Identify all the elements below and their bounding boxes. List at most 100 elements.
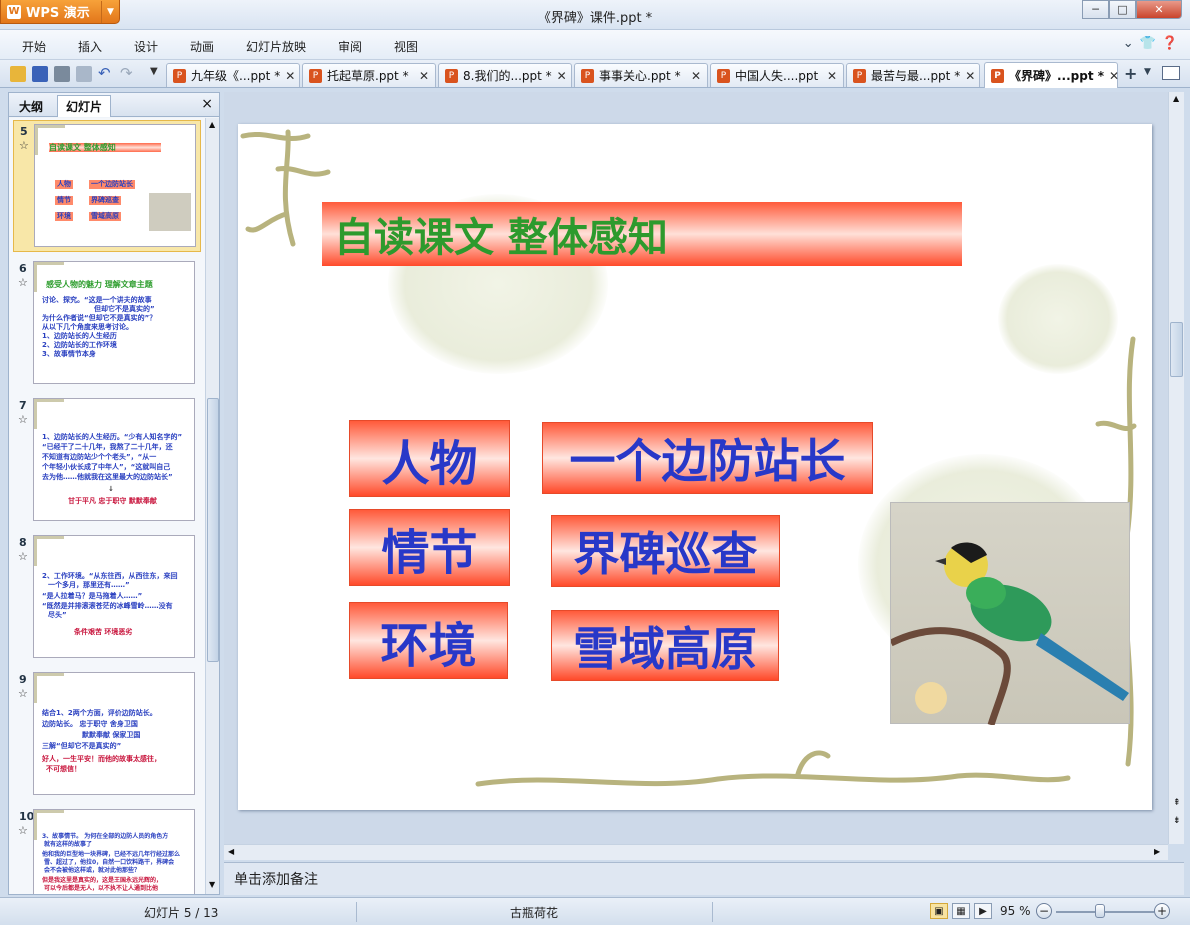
doc-tab-label: 最苦与最...ppt *	[871, 69, 961, 83]
scroll-up-icon[interactable]: ▲	[1173, 94, 1179, 103]
label-box-setting[interactable]: 环境	[349, 602, 508, 679]
slide-sorter-view-button[interactable]: ▦	[952, 903, 970, 919]
ppt-file-icon: P	[581, 68, 594, 83]
zoom-out-button[interactable]: −	[1036, 903, 1052, 919]
normal-view-button[interactable]: ▣	[930, 903, 948, 919]
customize-toolbar-icon[interactable]: ▼	[150, 66, 158, 77]
slide-thumbnail-5[interactable]: 5 ☆ 自读课文 整体感知 人物 一个边防站长 情节 界碑巡查 环境 雪域高原	[13, 120, 201, 252]
scrollbar-thumb[interactable]	[1170, 322, 1183, 377]
doc-tab-5[interactable]: P 中国人失....ppt ✕	[710, 63, 844, 87]
close-panel-icon[interactable]: ×	[201, 96, 213, 112]
slideshow-view-button[interactable]: ▶	[974, 903, 992, 919]
redo-icon[interactable]: ↷	[120, 64, 133, 82]
save-icon[interactable]	[32, 66, 48, 82]
slide-thumbnail-10[interactable]: 10 ☆ 3、故事情节。 为何在全部的边防人员的角色方 就有这样的故事了 他和我…	[13, 806, 201, 894]
thumb-line: 自读课文 整体感知	[49, 143, 161, 152]
status-divider	[356, 902, 357, 922]
scroll-down-icon[interactable]: ▼	[209, 880, 215, 889]
minimize-button[interactable]: ─	[1082, 0, 1109, 19]
wps-app-menu-button[interactable]: W WPS 演示 ▼	[0, 0, 120, 24]
close-tab-icon[interactable]: ✕	[827, 69, 837, 83]
maximize-button[interactable]: □	[1109, 0, 1136, 19]
slide-canvas[interactable]: 自读课文 整体感知 人物 一个边防站长 情节 界碑巡查 环境 雪域高原	[238, 124, 1152, 810]
thumb-line: 1、边防站长的人生经历	[42, 332, 117, 340]
doc-tab-6[interactable]: P 最苦与最...ppt * ✕	[846, 63, 980, 87]
menu-home[interactable]: 开始	[22, 38, 46, 55]
bird-illustration	[889, 542, 1129, 727]
slide-thumbnail-6[interactable]: 6 ☆ 感受人物的魅力 理解文章主题 讨论、探究。“这是一个讲夫的故事 但却它不…	[13, 258, 201, 390]
new-tab-plus-icon[interactable]: +	[1124, 64, 1137, 83]
menu-design[interactable]: 设计	[134, 38, 158, 55]
tab-slides[interactable]: 幻灯片	[57, 95, 112, 117]
menu-right-tools: ⌄ 👕 ❓	[1123, 36, 1178, 51]
skin-shirt-icon[interactable]: 👕	[1140, 36, 1156, 51]
ppt-file-icon: P	[853, 68, 866, 83]
panel-tabs: 大纲 幻灯片 ×	[9, 93, 219, 117]
doc-tab-1[interactable]: P 九年级《...ppt * ✕	[166, 63, 300, 87]
zoom-slider-handle[interactable]	[1095, 904, 1105, 918]
window-layout-icon[interactable]	[1162, 66, 1180, 80]
thumb-line: 甘于平凡 忠于职守 默默奉献	[68, 497, 157, 505]
slide-horizontal-scrollbar[interactable]: ◀ ▶	[224, 844, 1168, 860]
thumb-line: 环境	[55, 212, 73, 221]
thumb-line: 会不会被他这样或，就对此他那些？	[44, 867, 141, 874]
value-box-plot[interactable]: 界碑巡查	[551, 515, 780, 587]
slide-thumbnail-9[interactable]: 9 ☆ 结合1、2两个方面，评价边防站长。 边防站长。 忠于职守 舍身卫国 默默…	[13, 669, 201, 801]
menu-insert[interactable]: 插入	[78, 38, 102, 55]
doc-tab-2[interactable]: P 托起草原.ppt * ✕	[302, 63, 436, 87]
collapse-ribbon-icon[interactable]: ⌄	[1123, 36, 1134, 51]
previous-slide-icon[interactable]: ⇞	[1173, 798, 1181, 808]
close-tab-icon[interactable]: ✕	[285, 69, 295, 83]
chevron-down-icon[interactable]: ▼	[101, 0, 119, 23]
slide-vertical-scrollbar[interactable]: ▲ ⇞ ⇟	[1168, 92, 1184, 844]
print-preview-icon[interactable]	[76, 66, 92, 82]
menu-review[interactable]: 审阅	[338, 38, 362, 55]
menu-slideshow[interactable]: 幻灯片放映	[246, 38, 306, 55]
doc-tab-label: 《界碑》...ppt *	[1009, 69, 1105, 83]
slide-thumbnail-8[interactable]: 8 ☆ 2、工作环境。“从东往西，从西往东，来回 一个多月，那里还有……” “是…	[13, 532, 201, 664]
scroll-up-icon[interactable]: ▲	[209, 120, 215, 129]
scroll-left-icon[interactable]: ◀	[228, 847, 234, 856]
zoom-in-button[interactable]: +	[1154, 903, 1170, 919]
animation-star-icon: ☆	[18, 413, 28, 426]
notes-pane[interactable]: 单击添加备注	[224, 862, 1184, 895]
close-tab-icon[interactable]: ✕	[557, 69, 567, 83]
print-icon[interactable]	[54, 66, 70, 82]
thumb-line: 结合1、2两个方面，评价边防站长。	[42, 709, 157, 717]
next-slide-icon[interactable]: ⇟	[1173, 816, 1181, 826]
slide-title[interactable]: 自读课文 整体感知	[322, 202, 962, 266]
value-box-setting[interactable]: 雪域高原	[551, 610, 779, 681]
doc-tab-label: 九年级《...ppt *	[191, 69, 281, 83]
thumb-line: “既然是并排滚滚苍茫的冰峰雪岭……没有	[42, 602, 173, 610]
open-folder-icon[interactable]	[10, 66, 26, 82]
thumb-line: 人物	[55, 180, 73, 189]
slide-number: 8	[19, 536, 27, 549]
doc-tab-label: 8.我们的...ppt *	[463, 69, 552, 83]
scrollbar-thumb[interactable]	[207, 398, 219, 662]
slide-thumbnail-list: 5 ☆ 自读课文 整体感知 人物 一个边防站长 情节 界碑巡查 环境 雪域高原 …	[9, 118, 205, 894]
close-window-button[interactable]: ✕	[1136, 0, 1182, 19]
doc-tab-7-active[interactable]: P 《界碑》...ppt * ✕	[984, 62, 1119, 88]
value-box-character[interactable]: 一个边防站长	[542, 422, 873, 494]
slide-thumbnail-7[interactable]: 7 ☆ 1、边防站长的人生经历。“少有人知名字的” “已经干了二十几年，我熬了二…	[13, 395, 201, 527]
menu-animation[interactable]: 动画	[190, 38, 214, 55]
thumb-line: 就有这样的故事了	[44, 841, 93, 848]
close-tab-icon[interactable]: ✕	[419, 69, 429, 83]
bird-picture[interactable]	[889, 502, 1130, 727]
label-box-plot[interactable]: 情节	[349, 509, 510, 586]
doc-tab-4[interactable]: P 事事关心.ppt * ✕	[574, 63, 708, 87]
help-icon[interactable]: ❓	[1162, 36, 1178, 51]
label-box-character[interactable]: 人物	[349, 420, 510, 497]
close-tab-icon[interactable]: ✕	[965, 69, 975, 83]
zoom-slider-track[interactable]	[1056, 911, 1154, 913]
menu-view[interactable]: 视图	[394, 38, 418, 55]
thumbnail-scrollbar[interactable]: ▲ ▼	[205, 118, 219, 894]
close-tab-icon[interactable]: ✕	[691, 69, 701, 83]
doc-tab-3[interactable]: P 8.我们的...ppt * ✕	[438, 63, 572, 87]
zoom-level: 95 %	[1000, 904, 1031, 918]
undo-icon[interactable]: ↶	[98, 64, 111, 82]
scroll-right-icon[interactable]: ▶	[1154, 847, 1160, 856]
tab-list-chevron-icon[interactable]: ▼	[1144, 67, 1151, 77]
close-tab-icon[interactable]: ✕	[1109, 69, 1119, 83]
tab-outline[interactable]: 大纲	[11, 95, 51, 117]
